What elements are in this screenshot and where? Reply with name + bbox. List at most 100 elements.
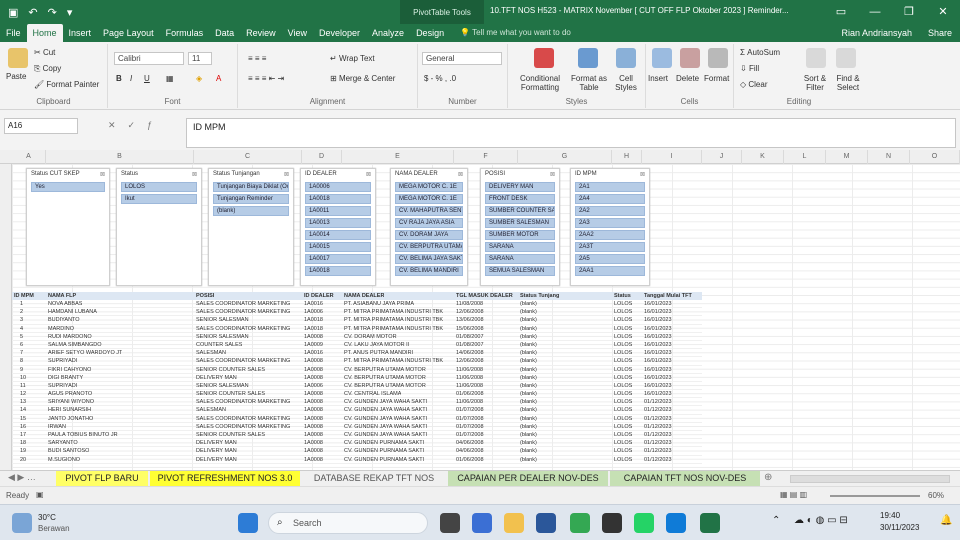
tab-insert[interactable]: Insert	[63, 24, 98, 42]
clear-button[interactable]: ◇ Clear	[740, 80, 768, 89]
zoom-slider[interactable]	[830, 495, 920, 497]
slicer-item[interactable]: SUMBER MOTOR	[485, 230, 555, 240]
restore-button[interactable]: ❐	[892, 0, 926, 24]
table-cell[interactable]: AGUS PRANOTO	[48, 390, 92, 398]
table-row[interactable]: 15 JANTO JONATHO SALES COORDINATOR MARKETI…	[12, 415, 702, 423]
slicer-item[interactable]: Tunjangan Biaya Diklat (Oct...	[213, 182, 289, 192]
column-header[interactable]: F	[454, 150, 518, 164]
table-cell[interactable]: 16/01/2023	[644, 333, 672, 341]
notification-icon[interactable]: 🔔	[940, 515, 952, 526]
table-cell[interactable]: 1A0008	[304, 390, 323, 398]
table-cell[interactable]: (blank)	[520, 308, 537, 316]
table-cell[interactable]: 12	[20, 390, 26, 398]
accessibility-icon[interactable]: ▣	[36, 490, 44, 499]
slicer-item[interactable]: Ikut	[121, 194, 197, 204]
table-cell[interactable]: 01/07/2008	[456, 415, 484, 423]
clear-filter-icon[interactable]: ⊠	[192, 171, 197, 178]
table-cell[interactable]: PT. ASIABANU JAYA PRIMA	[344, 300, 414, 308]
slicer-item[interactable]: Yes	[31, 182, 105, 192]
table-cell[interactable]: ARIEF SETYO WARDOYO JT	[48, 349, 122, 357]
table-cell[interactable]: SENIOR SALESMAN	[196, 333, 249, 341]
table-cell[interactable]: CV. GUNDEN JAYA WAHA SAKTI	[344, 431, 427, 439]
table-cell[interactable]: 11	[20, 382, 26, 390]
table-cell[interactable]: 16	[20, 423, 26, 431]
sort-filter-button[interactable]: Sort & Filter	[798, 74, 832, 92]
file-explorer-icon[interactable]	[504, 513, 524, 533]
slicer-item[interactable]: CV. BELIMA JAYA SAKTI	[395, 254, 463, 264]
table-cell[interactable]: 16/01/2023	[644, 341, 672, 349]
table-cell[interactable]: SENIOR SALESMAN	[196, 316, 249, 324]
sort-filter-icon[interactable]	[806, 48, 826, 68]
view-normal-icon[interactable]: ▦ ▤ ▥	[780, 490, 807, 499]
account-name[interactable]: Rian Andriansyah	[841, 24, 912, 42]
slicer-item[interactable]: 2AA2	[575, 230, 645, 240]
format-as-table-icon[interactable]	[578, 48, 598, 68]
font-color-icon[interactable]: A	[216, 74, 221, 83]
slicer-item[interactable]: 1A0014	[305, 230, 371, 240]
table-cell[interactable]: BUDIYANTO	[48, 316, 80, 324]
cut-button[interactable]: ✂ Cut	[34, 48, 55, 57]
table-row[interactable]: 17 PAULA TOBIUS BINUTO JR SENIOR COUNTER S…	[12, 431, 702, 440]
table-cell[interactable]: (blank)	[520, 456, 537, 464]
minimize-button[interactable]: —	[858, 0, 892, 24]
fill-color-icon[interactable]: ◈	[196, 74, 202, 83]
pivot-header[interactable]: Status	[614, 292, 631, 300]
slicer-item[interactable]: CV. MAHAPUTRA SENTOSA	[395, 206, 463, 216]
word-icon[interactable]	[536, 513, 556, 533]
paste-icon[interactable]	[8, 48, 28, 68]
table-cell[interactable]: 01/12/2023	[644, 439, 672, 447]
table-cell[interactable]: 1A0018	[304, 316, 323, 324]
slicer-item[interactable]: 2AA1	[575, 266, 645, 276]
table-cell[interactable]: LOLOS	[614, 439, 632, 447]
table-cell[interactable]: 1A0018	[304, 325, 323, 333]
merge-center-button[interactable]: ⊞ Merge & Center	[330, 74, 395, 83]
table-cell[interactable]: 10	[20, 374, 26, 382]
table-cell[interactable]: CV. GUNDEN PURNAMA SAKTI	[344, 456, 424, 464]
table-cell[interactable]: CV. BERPUTRA UTAMA MOTOR	[344, 366, 426, 374]
table-cell[interactable]: (blank)	[520, 333, 537, 341]
conditional-formatting-icon[interactable]	[534, 48, 554, 68]
table-cell[interactable]: 01/12/2023	[644, 398, 672, 406]
table-cell[interactable]: 8	[20, 357, 23, 365]
clear-filter-icon[interactable]: ⊠	[458, 171, 463, 178]
table-cell[interactable]: 01/12/2023	[644, 447, 672, 455]
slicer-item[interactable]: 1A0011	[305, 206, 371, 216]
column-header[interactable]: H	[612, 150, 642, 164]
table-cell[interactable]: 15	[20, 415, 26, 423]
copy-button[interactable]: ⎘ Copy	[34, 64, 61, 74]
table-cell[interactable]: SALESMAN	[196, 349, 226, 357]
table-cell[interactable]: (blank)	[520, 366, 537, 374]
column-header[interactable]: O	[910, 150, 960, 164]
table-cell[interactable]: CV. GUNDEN JAYA WAHA SAKTI	[344, 415, 427, 423]
table-cell[interactable]: (blank)	[520, 398, 537, 406]
table-cell[interactable]: LOLOS	[614, 406, 632, 414]
chrome-icon[interactable]	[570, 513, 590, 533]
table-cell[interactable]: PT. ANUS PUTRA MANDIRI	[344, 349, 413, 357]
table-cell[interactable]: (blank)	[520, 341, 537, 349]
slicer-id-dealer[interactable]: ID DEALER ⊠ 1A0006 1A0018 1A0011 1A0013 1…	[300, 168, 376, 286]
pivot-header[interactable]: NAMA FLP	[48, 292, 76, 300]
table-cell[interactable]: LOLOS	[614, 308, 632, 316]
table-cell[interactable]: 2	[20, 308, 23, 316]
table-cell[interactable]: (blank)	[520, 431, 537, 439]
table-cell[interactable]: (blank)	[520, 300, 537, 308]
table-cell[interactable]: 01/07/2008	[456, 406, 484, 414]
table-cell[interactable]: CV. LAKU JAYA MOTOR II	[344, 341, 409, 349]
table-cell[interactable]: CV. GUNDEN JAYA WAHA SAKTI	[344, 406, 427, 414]
table-row[interactable]: 12 AGUS PRANOTO SENIOR COUNTER SALES 1A0008…	[12, 390, 702, 399]
slicer-item[interactable]: SARANA	[485, 242, 555, 252]
zoom-level[interactable]: 60%	[928, 491, 944, 500]
table-cell[interactable]: LOLOS	[614, 316, 632, 324]
table-cell[interactable]: LOLOS	[614, 423, 632, 431]
clock-date[interactable]: 30/11/2023	[880, 523, 919, 532]
table-cell[interactable]: 16/01/2023	[644, 308, 672, 316]
tab-developer[interactable]: Developer	[313, 24, 366, 42]
table-cell[interactable]: 1A0008	[304, 431, 323, 439]
table-cell[interactable]: 13/06/2008	[456, 316, 484, 324]
table-cell[interactable]: SALES COORDINATOR MARKETING	[196, 415, 290, 423]
tab-data[interactable]: Data	[209, 24, 240, 42]
table-cell[interactable]: 1A0008	[304, 415, 323, 423]
pivot-header[interactable]: ID MPM	[14, 292, 34, 300]
align-top-icon[interactable]: ≡ ≡ ≡	[248, 54, 266, 63]
table-cell[interactable]: 16/01/2023	[644, 316, 672, 324]
